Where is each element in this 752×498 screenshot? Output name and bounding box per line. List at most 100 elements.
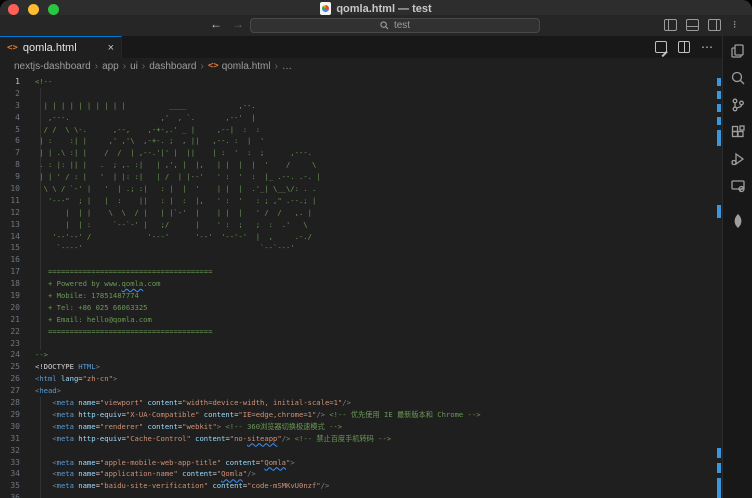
code-line[interactable]: 34 <meta name="application-name" content…: [0, 468, 722, 480]
title-bar: qomla.html — test ← → test ⠸: [0, 0, 752, 36]
line-content: | : :| | ,' ,'\ ,-+-. ; , || ,--. : | ': [35, 135, 264, 147]
modified-line-marker: [717, 448, 721, 458]
breadcrumb-chevron-icon: ›: [201, 61, 204, 72]
breadcrumb-chevron-icon: ›: [123, 61, 126, 72]
code-line[interactable]: 8 . : |: || | . ; ,. :| | ,', | |, | | |…: [0, 159, 722, 171]
code-line[interactable]: 26<html lang="zh-cn">: [0, 373, 722, 385]
line-number: 9: [0, 171, 20, 183]
customize-layout-icon[interactable]: ⠸: [730, 19, 743, 31]
code-line[interactable]: 19 + Mobile: 17851487774: [0, 290, 722, 302]
code-line[interactable]: 17 =====================================…: [0, 266, 722, 278]
editor-code[interactable]: 1 <!--23 | | | | | | | | | | ____ ,--.4 ,…: [0, 74, 722, 498]
breadcrumb-item[interactable]: ui: [130, 61, 138, 72]
code-line[interactable]: 25<!DOCTYPE HTML>: [0, 361, 722, 373]
activity-bar: [722, 36, 752, 498]
code-line[interactable]: 32: [0, 445, 722, 457]
toggle-secondary-sidebar-icon[interactable]: [708, 19, 721, 31]
tab-label: qomla.html: [23, 42, 77, 54]
run-and-debug-icon[interactable]: [729, 150, 747, 168]
line-content: <meta http-equiv="X-UA-Compatible" conte…: [35, 409, 481, 421]
line-content: | | | \ \ / | | |`-' | | | | ' / / ,. |: [35, 207, 312, 219]
code-line[interactable]: 10 \ \ / `-' | ' | .; :| : | | ' | | | .…: [0, 183, 722, 195]
line-content: ======================================: [35, 326, 212, 338]
code-line[interactable]: 18 + Powered by www.qomla.com: [0, 278, 722, 290]
code-line[interactable]: 35 <meta name="baidu-site-verification" …: [0, 480, 722, 492]
line-number: 15: [0, 242, 20, 254]
split-editor-icon[interactable]: [678, 41, 690, 53]
code-line[interactable]: 1 <!--: [0, 76, 722, 88]
indent-guide: [40, 397, 41, 498]
forward-arrow-icon[interactable]: →: [232, 17, 244, 31]
line-number: 12: [0, 207, 20, 219]
code-line[interactable]: 36: [0, 492, 722, 498]
modified-line-marker: [717, 104, 721, 112]
extensions-icon[interactable]: [729, 123, 747, 141]
code-line[interactable]: 27<head>: [0, 385, 722, 397]
code-line[interactable]: 11 '---" ; | | : || : | : |, ' : ' : ; ,…: [0, 195, 722, 207]
line-content: <meta name="application-name" content="Q…: [35, 468, 256, 480]
line-content: | | ' / : | ' | |: :| | / | |--' ' : ' :…: [35, 171, 321, 183]
toggle-panel-icon[interactable]: [686, 19, 699, 31]
line-number: 20: [0, 302, 20, 314]
open-changes-icon[interactable]: [655, 41, 667, 53]
code-line[interactable]: 3 | | | | | | | | | | ____ ,--.: [0, 100, 722, 112]
modified-line-marker: [717, 78, 721, 86]
code-line[interactable]: 9 | | ' / : | ' | |: :| | / | |--' ' : '…: [0, 171, 722, 183]
breadcrumb-chevron-icon: ›: [275, 61, 278, 72]
code-line[interactable]: 29 <meta http-equiv="X-UA-Compatible" co…: [0, 409, 722, 421]
code-line[interactable]: 28 <meta name="viewport" content="width=…: [0, 397, 722, 409]
search-icon: [380, 21, 389, 30]
breadcrumb-item[interactable]: <>qomla.html: [208, 61, 271, 72]
line-number: 28: [0, 397, 20, 409]
html-file-icon: <>: [208, 61, 219, 71]
tab-close-icon[interactable]: ×: [108, 42, 114, 54]
explorer-icon[interactable]: [729, 42, 747, 60]
command-center-search[interactable]: test: [250, 18, 540, 33]
modified-line-marker: [717, 91, 721, 99]
toggle-primary-sidebar-icon[interactable]: [664, 19, 677, 31]
line-number: 1: [0, 76, 20, 88]
code-line[interactable]: 31 <meta http-equiv="Cache-Control" cont…: [0, 433, 722, 445]
breadcrumb-chevron-icon: ›: [142, 61, 145, 72]
line-content: <meta name="viewport" content="width=dev…: [35, 397, 351, 409]
source-control-icon[interactable]: [729, 96, 747, 114]
code-line[interactable]: 23: [0, 338, 722, 350]
line-number: 21: [0, 314, 20, 326]
breadcrumb-item[interactable]: dashboard: [149, 61, 196, 72]
code-line[interactable]: 30 <meta name="renderer" content="webkit…: [0, 421, 722, 433]
mongodb-icon[interactable]: [729, 212, 747, 230]
line-content: <!--: [35, 76, 52, 88]
code-line[interactable]: 4 ,---. ,' , `. ,--' |: [0, 112, 722, 124]
line-content: '--'--' / '---' '--' '--'-' | , .-./: [35, 231, 312, 243]
search-sidebar-icon[interactable]: [729, 69, 747, 87]
breadcrumb-item[interactable]: app: [102, 61, 119, 72]
code-line[interactable]: 14 '--'--' / '---' '--' '--'-' | , .-./: [0, 231, 722, 243]
remote-monitor-icon[interactable]: [729, 177, 747, 195]
code-line[interactable]: 15 `----' `--`---': [0, 242, 722, 254]
line-content: -->: [35, 349, 48, 361]
line-number: 32: [0, 445, 20, 457]
line-content: ,---. ,' , `. ,--' |: [35, 112, 256, 124]
code-line[interactable]: 12 | | | \ \ / | | |`-' | | | | ' / / ,.…: [0, 207, 722, 219]
back-arrow-icon[interactable]: ←: [210, 17, 222, 31]
code-line[interactable]: 33 <meta name="apple-mobile-web-app-titl…: [0, 457, 722, 469]
code-line[interactable]: 7 | | .\ :| | / / | ,--.'|' | || | : ' :…: [0, 147, 722, 159]
code-line[interactable]: 5 / / \ \-. ,--, ,-+-,.' _ | ,--| : :: [0, 124, 722, 136]
code-line[interactable]: 24-->: [0, 349, 722, 361]
code-line[interactable]: 13 | | : `--`-' | ;/ | ' : ; ; : .' \: [0, 219, 722, 231]
breadcrumb-item[interactable]: nextjs-dashboard: [14, 61, 91, 72]
line-number: 8: [0, 159, 20, 171]
breadcrumb-item[interactable]: …: [282, 61, 292, 72]
code-line[interactable]: 21 + Email: hello@qomla.com: [0, 314, 722, 326]
breadcrumb-label: nextjs-dashboard: [14, 61, 91, 72]
more-actions-icon[interactable]: ⋯: [701, 40, 714, 54]
line-content: + Powered by www.qomla.com: [35, 278, 161, 290]
code-line[interactable]: 22 =====================================…: [0, 326, 722, 338]
code-line[interactable]: 16: [0, 254, 722, 266]
code-line[interactable]: 2: [0, 88, 722, 100]
tab-qomla-html[interactable]: <> qomla.html ×: [0, 36, 122, 58]
line-number: 3: [0, 100, 20, 112]
line-content: `----' `--`---': [35, 242, 295, 254]
code-line[interactable]: 20 + Tel: +86 025 66063325: [0, 302, 722, 314]
code-line[interactable]: 6 | : :| | ,' ,'\ ,-+-. ; , || ,--. : | …: [0, 135, 722, 147]
